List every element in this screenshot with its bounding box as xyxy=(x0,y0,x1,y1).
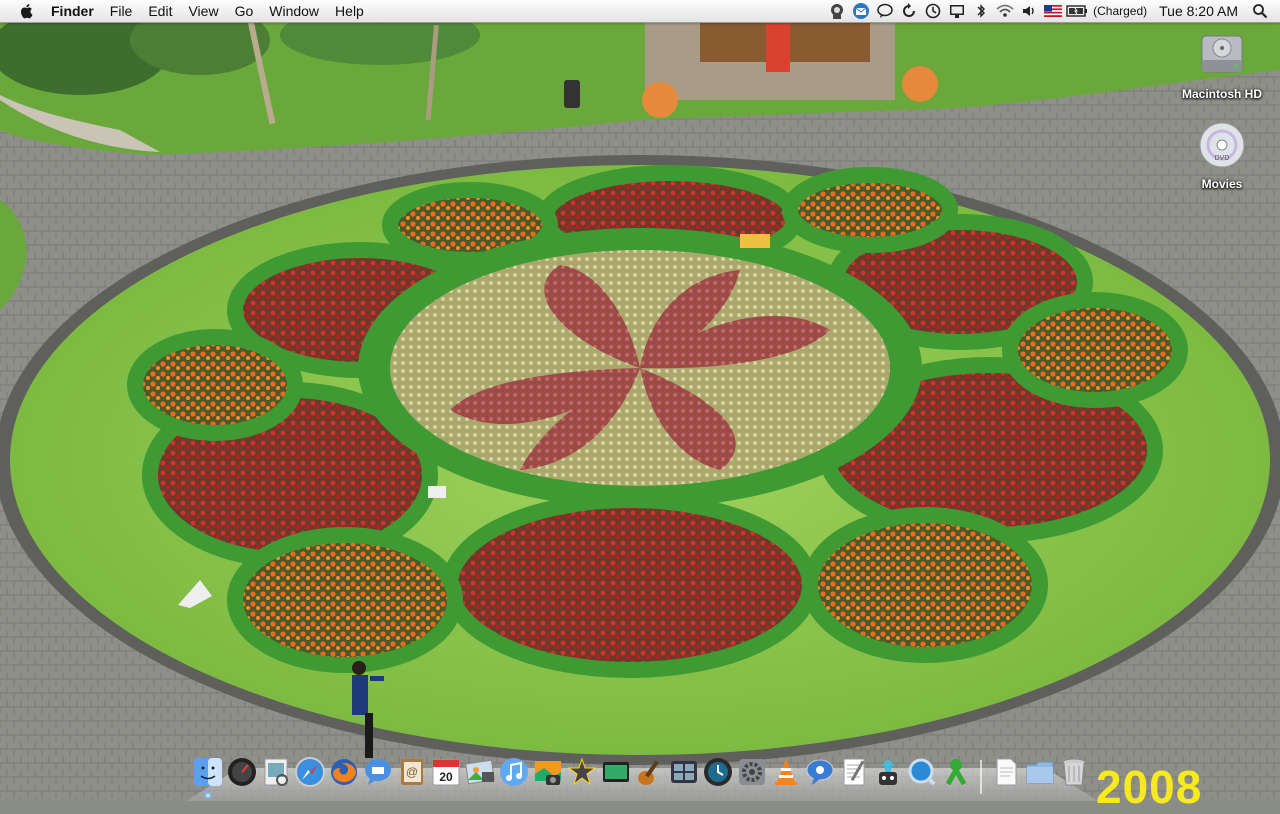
menu-edit[interactable]: Edit xyxy=(140,0,180,22)
bluetooth-icon[interactable] xyxy=(970,0,992,22)
firefox-icon xyxy=(331,759,357,785)
ichat-icon xyxy=(365,759,391,785)
vlc-icon xyxy=(775,759,797,785)
time-machine-dock-icon xyxy=(704,758,732,786)
dashboard-icon xyxy=(228,758,256,786)
svg-text:20: 20 xyxy=(439,770,453,784)
folder-icon xyxy=(1026,761,1054,784)
ical-icon: 20 xyxy=(432,759,460,786)
dock-vlc[interactable] xyxy=(770,756,802,796)
us-flag-icon[interactable] xyxy=(1042,0,1064,22)
dock-garageband[interactable] xyxy=(634,756,666,796)
menu-go[interactable]: Go xyxy=(227,0,262,22)
dock-ichat[interactable] xyxy=(362,756,394,796)
dock-finder[interactable] xyxy=(192,756,224,798)
dock-itunes[interactable] xyxy=(498,756,530,796)
dock-trash[interactable] xyxy=(1058,756,1090,796)
desktop-icon-macintosh-hd[interactable]: Macintosh HD xyxy=(1172,30,1272,101)
dock-dashboard[interactable] xyxy=(226,756,258,796)
preview-icon xyxy=(264,758,288,786)
dock-iphoto[interactable] xyxy=(464,756,496,796)
svg-text:DVD: DVD xyxy=(1215,155,1230,162)
garageband-icon xyxy=(638,760,659,785)
apple-icon[interactable] xyxy=(19,3,35,19)
wifi-icon[interactable] xyxy=(994,0,1016,22)
dock-photo-booth[interactable] xyxy=(532,756,564,796)
dock-ical[interactable]: 20 xyxy=(430,756,462,796)
dock-imovie[interactable] xyxy=(566,756,598,796)
textedit-icon xyxy=(843,758,865,786)
menu-window[interactable]: Window xyxy=(261,0,327,22)
sync-icon[interactable] xyxy=(898,0,920,22)
dock-quicktime[interactable] xyxy=(906,756,938,796)
front-row-icon xyxy=(603,762,629,782)
iphoto-icon xyxy=(465,759,495,785)
menubar-clock[interactable]: Tue 8:20 AM xyxy=(1151,3,1248,19)
messenger-icon xyxy=(806,759,834,785)
system-preferences-icon xyxy=(739,759,765,785)
envelope-icon[interactable] xyxy=(850,0,872,22)
upload-robot-icon xyxy=(879,759,897,785)
dock-uploader[interactable] xyxy=(872,756,904,796)
dock-textedit[interactable] xyxy=(838,756,870,796)
dock-document[interactable] xyxy=(990,756,1022,796)
desktop-icon-label: Movies xyxy=(1201,177,1243,191)
menu-help[interactable]: Help xyxy=(327,0,372,22)
menu-view[interactable]: View xyxy=(180,0,226,22)
desktop-icon-movies[interactable]: DVD Movies xyxy=(1172,120,1272,191)
svg-text:@: @ xyxy=(406,765,418,779)
chat-bubble-icon[interactable] xyxy=(874,0,896,22)
menu-app-finder[interactable]: Finder xyxy=(49,0,102,22)
dock-system-preferences[interactable] xyxy=(736,756,768,796)
dock-messenger[interactable] xyxy=(804,756,836,796)
hard-drive-icon xyxy=(1201,35,1243,73)
robot-icon[interactable] xyxy=(826,0,848,22)
display-icon[interactable] xyxy=(946,0,968,22)
menu-file[interactable]: File xyxy=(102,0,141,22)
dock-growl[interactable] xyxy=(940,756,972,796)
safari-icon xyxy=(295,757,325,787)
battery-status-text[interactable]: (Charged) xyxy=(1089,4,1151,18)
dock-preview[interactable] xyxy=(260,756,292,796)
itunes-icon xyxy=(500,758,528,786)
desktop-icon-label: Macintosh HD xyxy=(1181,87,1262,101)
dock-spaces[interactable] xyxy=(668,756,700,796)
spaces-icon xyxy=(671,761,697,783)
battery-icon[interactable] xyxy=(1066,0,1088,22)
menu-bar: Finder File Edit View Go Window Help (Ch… xyxy=(0,0,1280,23)
dock-firefox[interactable] xyxy=(328,756,360,796)
dock-address-book[interactable]: @ xyxy=(396,756,428,796)
photo-booth-icon xyxy=(535,761,561,785)
volume-icon[interactable] xyxy=(1018,0,1040,22)
growl-icon xyxy=(945,759,967,786)
trash-icon xyxy=(1062,758,1086,786)
dock-separator xyxy=(980,760,982,794)
quicktime-icon xyxy=(908,758,936,786)
wallpaper-year-text: 2008 xyxy=(1096,761,1203,813)
finder-icon xyxy=(194,758,222,786)
dock: @ 20 xyxy=(192,752,1090,798)
document-icon xyxy=(996,758,1017,786)
time-machine-icon[interactable] xyxy=(922,0,944,22)
address-book-icon: @ xyxy=(401,759,423,785)
dvd-disc-icon: DVD xyxy=(1199,122,1245,168)
imovie-icon xyxy=(567,757,597,786)
dock-documents-folder[interactable] xyxy=(1024,756,1056,796)
spotlight-icon[interactable] xyxy=(1249,0,1271,22)
dock-time-machine[interactable] xyxy=(702,756,734,796)
dock-front-row[interactable] xyxy=(600,756,632,796)
dock-safari[interactable] xyxy=(294,756,326,796)
desktop-wallpaper xyxy=(0,0,1280,800)
